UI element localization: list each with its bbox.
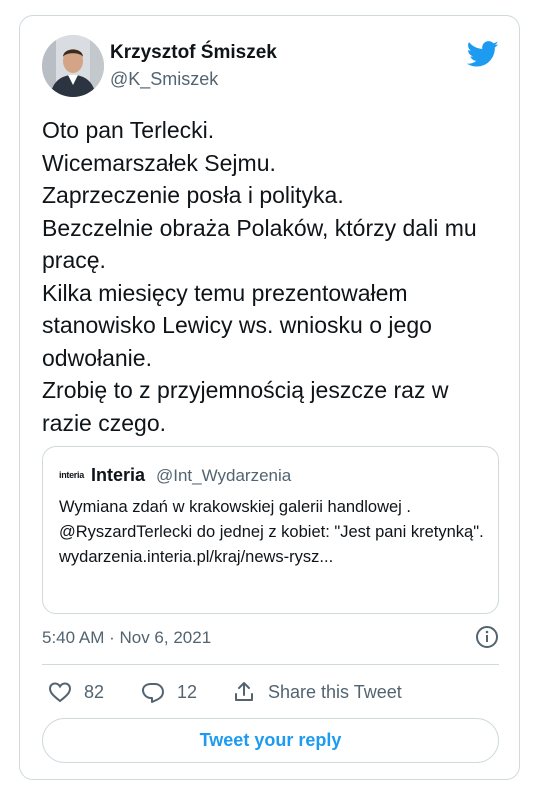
info-icon[interactable] xyxy=(475,625,499,649)
quoted-tweet[interactable]: interia Interia @Int_Wydarzenia Wymiana … xyxy=(42,446,499,614)
tweet-timestamp[interactable]: 5:40 AM · Nov 6, 2021 xyxy=(42,628,211,648)
interia-logo: interia xyxy=(59,470,84,480)
heart-icon[interactable] xyxy=(48,680,72,704)
tweet-your-reply-button[interactable]: Tweet your reply xyxy=(42,718,499,763)
share-label: Share this Tweet xyxy=(268,681,402,702)
avatar[interactable] xyxy=(42,35,104,97)
quoted-tweet-text: Wymiana zdań w krakowskiej galerii handl… xyxy=(59,498,484,566)
like-action[interactable]: 82 xyxy=(48,680,104,704)
tweet-card: Krzysztof Śmiszek @K_Smiszek Oto pan Ter… xyxy=(19,15,520,780)
author-name[interactable]: Krzysztof Śmiszek xyxy=(110,42,277,64)
reply-icon[interactable] xyxy=(141,680,165,704)
quoted-author-name: Interia xyxy=(91,465,146,485)
share-action[interactable]: Share this Tweet xyxy=(232,680,402,704)
twitter-bird-icon[interactable] xyxy=(466,38,499,70)
author-handle[interactable]: @K_Smiszek xyxy=(110,69,218,90)
quoted-author-handle: @Int_Wydarzenia xyxy=(156,466,292,485)
like-count: 82 xyxy=(84,681,105,702)
tweet-text: Oto pan Terlecki. Wicemarszałek Sejmu. Z… xyxy=(42,117,477,436)
reply-count: 12 xyxy=(177,681,198,702)
divider xyxy=(42,664,499,665)
reply-action[interactable]: 12 xyxy=(141,680,197,704)
share-icon[interactable] xyxy=(232,680,256,704)
